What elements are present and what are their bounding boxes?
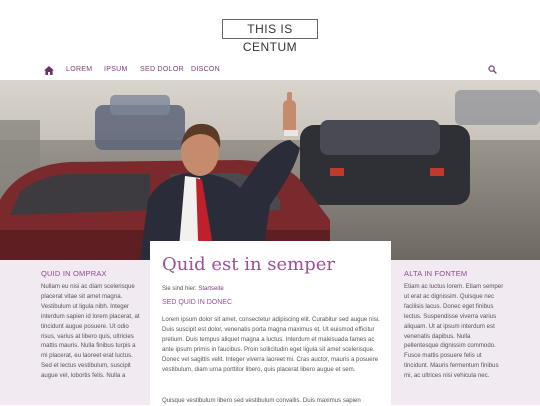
nav-item-lorem[interactable]: LOREM xyxy=(66,65,92,75)
main-content: Quid est in semper Sie sind hier: Starts… xyxy=(150,241,391,405)
site-logo[interactable]: THIS IS CENTUM xyxy=(222,19,318,54)
right-sidebar: ALTA IN FONTEM Etiam ac luctus lorem. Et… xyxy=(390,260,540,405)
page-title: Quid est in semper xyxy=(162,254,336,275)
breadcrumb: Sie sind hier: Startseite xyxy=(162,286,224,292)
left-sidebar-title: QUID IN OMPRAX xyxy=(41,269,107,278)
main-navigation: LOREM IPSUM SED DOLOR DISCON xyxy=(0,60,540,80)
breadcrumb-link-startseite[interactable]: Startseite xyxy=(198,286,223,292)
section-title: SED QUID IN DONEC xyxy=(162,299,233,306)
left-sidebar: QUID IN OMPRAX Nullam eu nisi ac diam sc… xyxy=(0,260,152,405)
nav-item-ipsum[interactable]: IPSUM xyxy=(104,65,128,75)
hero-image xyxy=(0,80,540,260)
breadcrumb-prefix: Sie sind hier: xyxy=(162,286,199,292)
nav-item-sed-dolor[interactable]: SED DOLOR xyxy=(140,65,184,75)
search-icon[interactable] xyxy=(488,65,497,74)
home-icon[interactable] xyxy=(44,66,54,75)
main-paragraph-1: Lorem ipsum dolor sit amet, consectetur … xyxy=(162,316,380,373)
site-header: THIS IS CENTUM xyxy=(0,0,540,60)
right-sidebar-title: ALTA IN FONTEM xyxy=(404,269,468,278)
main-paragraph-2: Quisque vestibulum libero sed vestibulum… xyxy=(162,397,361,404)
right-sidebar-text: Etiam ac luctus lorem. Etiam semper ut e… xyxy=(404,283,504,380)
nav-item-discon[interactable]: DISCON xyxy=(191,65,220,75)
left-sidebar-text: Nullam eu nisi ac diam scelerisque place… xyxy=(41,283,140,380)
